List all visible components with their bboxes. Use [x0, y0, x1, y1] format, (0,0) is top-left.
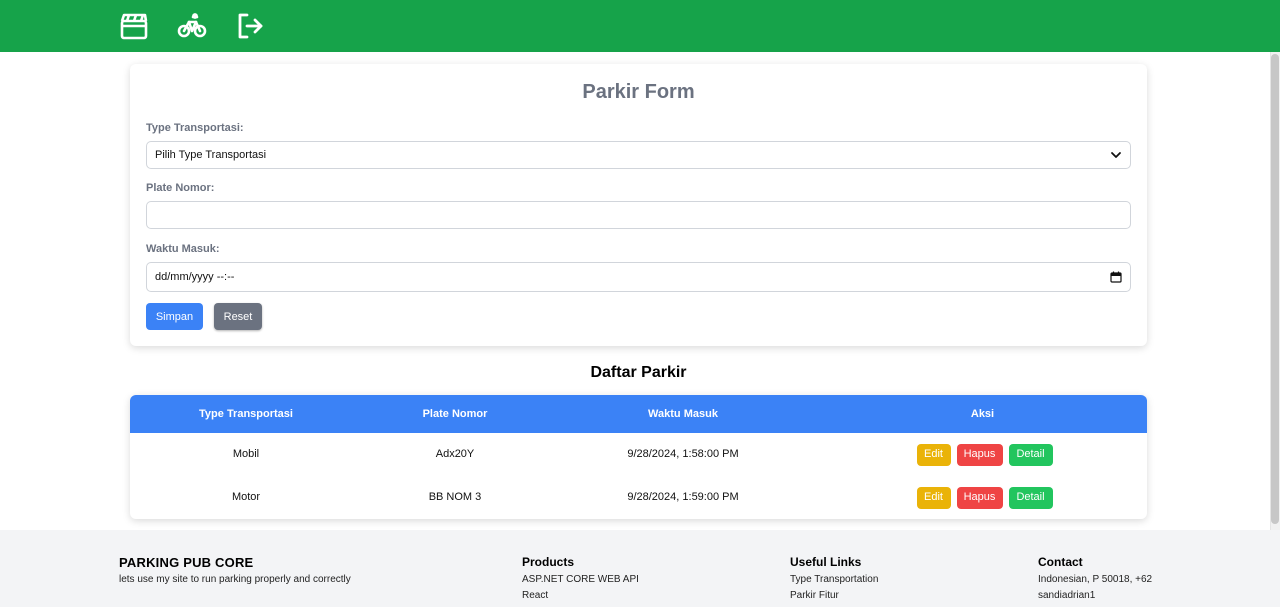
footer-links-title: Useful Links — [790, 555, 862, 569]
cell-time: 9/28/2024, 1:59:00 PM — [627, 491, 739, 503]
footer-link-type-transportation[interactable]: Type Transportation — [790, 572, 878, 588]
footer-link-aspnet[interactable]: ASP.NET CORE WEB API — [522, 572, 639, 588]
footer-link-react[interactable]: React — [522, 588, 639, 604]
cell-type: Motor — [231, 491, 261, 503]
hapus-button[interactable]: Hapus — [956, 443, 1003, 466]
table-row: Mobil Adx20Y 9/28/2024, 1:58:00 PM Edit … — [130, 433, 1147, 476]
footer-links-section: Useful Links Type Transportation Parkir … — [790, 555, 878, 604]
parkir-form-card: Parkir Form Type Transportasi: Pilih Typ… — [130, 64, 1147, 346]
detail-button[interactable]: Detail — [1008, 443, 1053, 466]
cell-plate: BB NOM 3 — [428, 491, 482, 503]
logout-icon[interactable] — [234, 10, 266, 42]
waktu-masuk-label: Waktu Masuk: — [146, 243, 220, 255]
parkir-table: Type Transportasi Plate Nomor Waktu Masu… — [130, 395, 1147, 519]
footer-link-parkir-fitur[interactable]: Parkir Fitur — [790, 588, 878, 604]
footer-tagline: lets use my site to run parking properly… — [119, 574, 351, 585]
cell-type: Mobil — [232, 448, 260, 460]
footer-contact-name: sandiadrian1 — [1038, 590, 1096, 601]
top-navbar — [0, 0, 1280, 52]
footer-contact-section: Contact Indonesian, P 50018, +62 sandiad… — [1038, 555, 1152, 604]
table-row: Motor BB NOM 3 9/28/2024, 1:59:00 PM Edi… — [130, 476, 1147, 519]
simpan-button[interactable]: Simpan — [146, 303, 203, 330]
footer-products-section: Products ASP.NET CORE WEB API React — [522, 555, 639, 604]
footer-contact-address: Indonesian, P 50018, +62 — [1038, 574, 1153, 585]
cell-plate: Adx20Y — [435, 448, 475, 460]
hapus-button[interactable]: Hapus — [956, 486, 1003, 509]
footer: PARKING PUB CORE lets use my site to run… — [0, 530, 1280, 607]
edit-button[interactable]: Edit — [916, 443, 951, 466]
edit-button[interactable]: Edit — [916, 486, 951, 509]
waktu-masuk-placeholder: dd/mm/yyyy --:-- — [155, 271, 235, 283]
cell-time: 9/28/2024, 1:58:00 PM — [627, 448, 739, 460]
table-header: Type Transportasi Plate Nomor Waktu Masu… — [130, 395, 1147, 433]
type-transportasi-select[interactable]: Pilih Type Transportasi — [146, 141, 1131, 169]
plate-nomor-label: Plate Nomor: — [146, 182, 215, 194]
bicycle-icon[interactable] — [176, 10, 208, 42]
type-transportasi-selected: Pilih Type Transportasi — [155, 149, 267, 161]
clapperboard-icon[interactable] — [118, 10, 150, 42]
footer-products-title: Products — [522, 555, 575, 569]
column-header-time: Waktu Masuk — [648, 408, 718, 420]
footer-brand: PARKING PUB CORE — [119, 555, 254, 570]
detail-button[interactable]: Detail — [1008, 486, 1053, 509]
chevron-down-icon — [1111, 152, 1121, 158]
column-header-type: Type Transportasi — [199, 408, 293, 420]
cell-actions: Edit Hapus Detail — [818, 476, 1147, 519]
form-title: Parkir Form — [582, 81, 695, 103]
waktu-masuk-input[interactable]: dd/mm/yyyy --:-- — [146, 262, 1131, 292]
scrollbar-thumb[interactable] — [1271, 54, 1279, 524]
reset-button[interactable]: Reset — [214, 303, 262, 330]
plate-nomor-input[interactable] — [146, 201, 1131, 229]
type-transportasi-label: Type Transportasi: — [146, 122, 244, 134]
column-header-plate: Plate Nomor — [422, 408, 488, 420]
footer-brand-section: PARKING PUB CORE lets use my site to run… — [119, 555, 351, 588]
cell-actions: Edit Hapus Detail — [818, 433, 1147, 476]
column-header-aksi: Aksi — [970, 408, 995, 420]
calendar-icon[interactable] — [1110, 271, 1122, 283]
footer-contact-title: Contact — [1038, 555, 1083, 569]
list-title: Daftar Parkir — [590, 364, 687, 381]
